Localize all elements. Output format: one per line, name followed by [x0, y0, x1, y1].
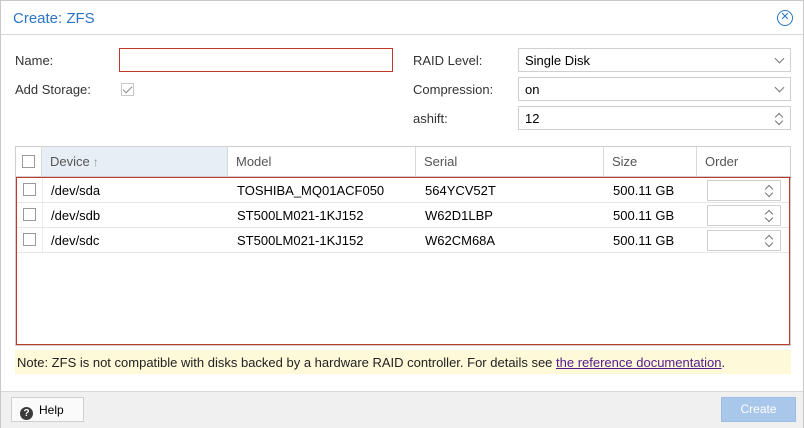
column-header-device-label: Device	[50, 154, 90, 169]
grid-header: Device ↑ Model Serial Size Order	[16, 147, 790, 177]
help-button[interactable]: ? Help	[11, 397, 84, 422]
size-cell: 500.11 GB	[613, 183, 675, 198]
select-all-checkbox[interactable]	[22, 155, 35, 168]
chevron-down-icon	[774, 53, 785, 64]
column-header-device[interactable]: Device ↑	[42, 147, 228, 176]
model-cell: TOSHIBA_MQ01ACF050	[237, 183, 385, 198]
serial-cell: W62D1LBP	[425, 208, 493, 223]
compression-label: Compression:	[413, 82, 494, 97]
column-header-size[interactable]: Size	[604, 147, 697, 176]
create-button-label: Create	[740, 402, 777, 416]
sort-ascending-icon: ↑	[92, 155, 99, 169]
grid-body: /dev/sda TOSHIBA_MQ01ACF050 564YCV52T 50…	[16, 177, 791, 345]
column-header-serial-label: Serial	[424, 154, 458, 169]
size-cell: 500.11 GB	[613, 233, 675, 248]
ashift-label: ashift:	[413, 111, 448, 126]
device-cell: /dev/sda	[51, 183, 101, 198]
row-checkbox[interactable]	[23, 183, 36, 196]
help-button-label: Help	[39, 403, 64, 417]
column-header-serial[interactable]: Serial	[416, 147, 604, 176]
column-header-order-label: Order	[705, 154, 739, 169]
dialog-title: Create: ZFS	[13, 10, 95, 27]
chevron-down-icon	[774, 82, 785, 93]
note-suffix: .	[721, 355, 726, 370]
serial-cell: W62CM68A	[425, 233, 496, 248]
reference-documentation-link[interactable]: the reference documentation	[556, 355, 722, 370]
column-header-model-label: Model	[236, 154, 272, 169]
compression-select[interactable]: on	[518, 77, 791, 101]
table-row[interactable]: /dev/sdc ST500LM021-1KJ152 W62CM68A 500.…	[17, 228, 789, 253]
create-zfs-dialog: Create: ZFS ✕ Name: Add Storage: RAID Le…	[0, 0, 804, 428]
order-spinner[interactable]	[707, 180, 781, 201]
raid-level-select[interactable]: Single Disk	[518, 48, 791, 72]
name-input[interactable]	[119, 48, 393, 72]
question-icon: ?	[20, 407, 33, 420]
close-icon[interactable]: ✕	[777, 10, 793, 26]
serial-cell: 564YCV52T	[425, 183, 496, 198]
order-spinner[interactable]	[707, 230, 781, 251]
order-spinner[interactable]	[707, 205, 781, 226]
select-all-cell	[16, 147, 42, 176]
model-cell: ST500LM021-1KJ152	[237, 208, 364, 223]
size-cell: 500.11 GB	[613, 208, 675, 223]
row-checkbox[interactable]	[23, 208, 36, 221]
add-storage-checkbox[interactable]	[121, 83, 134, 96]
disk-grid: Device ↑ Model Serial Size Order /dev/sda…	[15, 146, 791, 346]
column-header-size-label: Size	[612, 154, 638, 169]
add-storage-label: Add Storage:	[15, 82, 91, 97]
dialog-titlebar: Create: ZFS ✕	[1, 1, 803, 35]
device-cell: /dev/sdc	[51, 233, 100, 248]
raid-note: Note: ZFS is not compatible with disks b…	[15, 350, 791, 374]
ashift-spinner[interactable]: 12	[518, 106, 791, 130]
note-text: Note: ZFS is not compatible with disks b…	[17, 355, 557, 370]
row-checkbox[interactable]	[23, 233, 36, 246]
model-cell: ST500LM021-1KJ152	[237, 233, 364, 248]
device-cell: /dev/sdb	[51, 208, 101, 223]
column-header-model[interactable]: Model	[228, 147, 416, 176]
table-row[interactable]: /dev/sdb ST500LM021-1KJ152 W62D1LBP 500.…	[17, 203, 789, 228]
table-row[interactable]: /dev/sda TOSHIBA_MQ01ACF050 564YCV52T 50…	[17, 178, 789, 203]
raid-level-value: Single Disk	[525, 53, 591, 68]
dialog-footer: ? Help Create	[1, 391, 803, 428]
create-button[interactable]: Create	[721, 397, 796, 422]
column-header-order[interactable]: Order	[697, 147, 790, 176]
compression-value: on	[525, 82, 540, 97]
raid-level-label: RAID Level:	[413, 53, 483, 68]
name-label: Name:	[15, 53, 54, 68]
ashift-value: 12	[525, 111, 540, 126]
